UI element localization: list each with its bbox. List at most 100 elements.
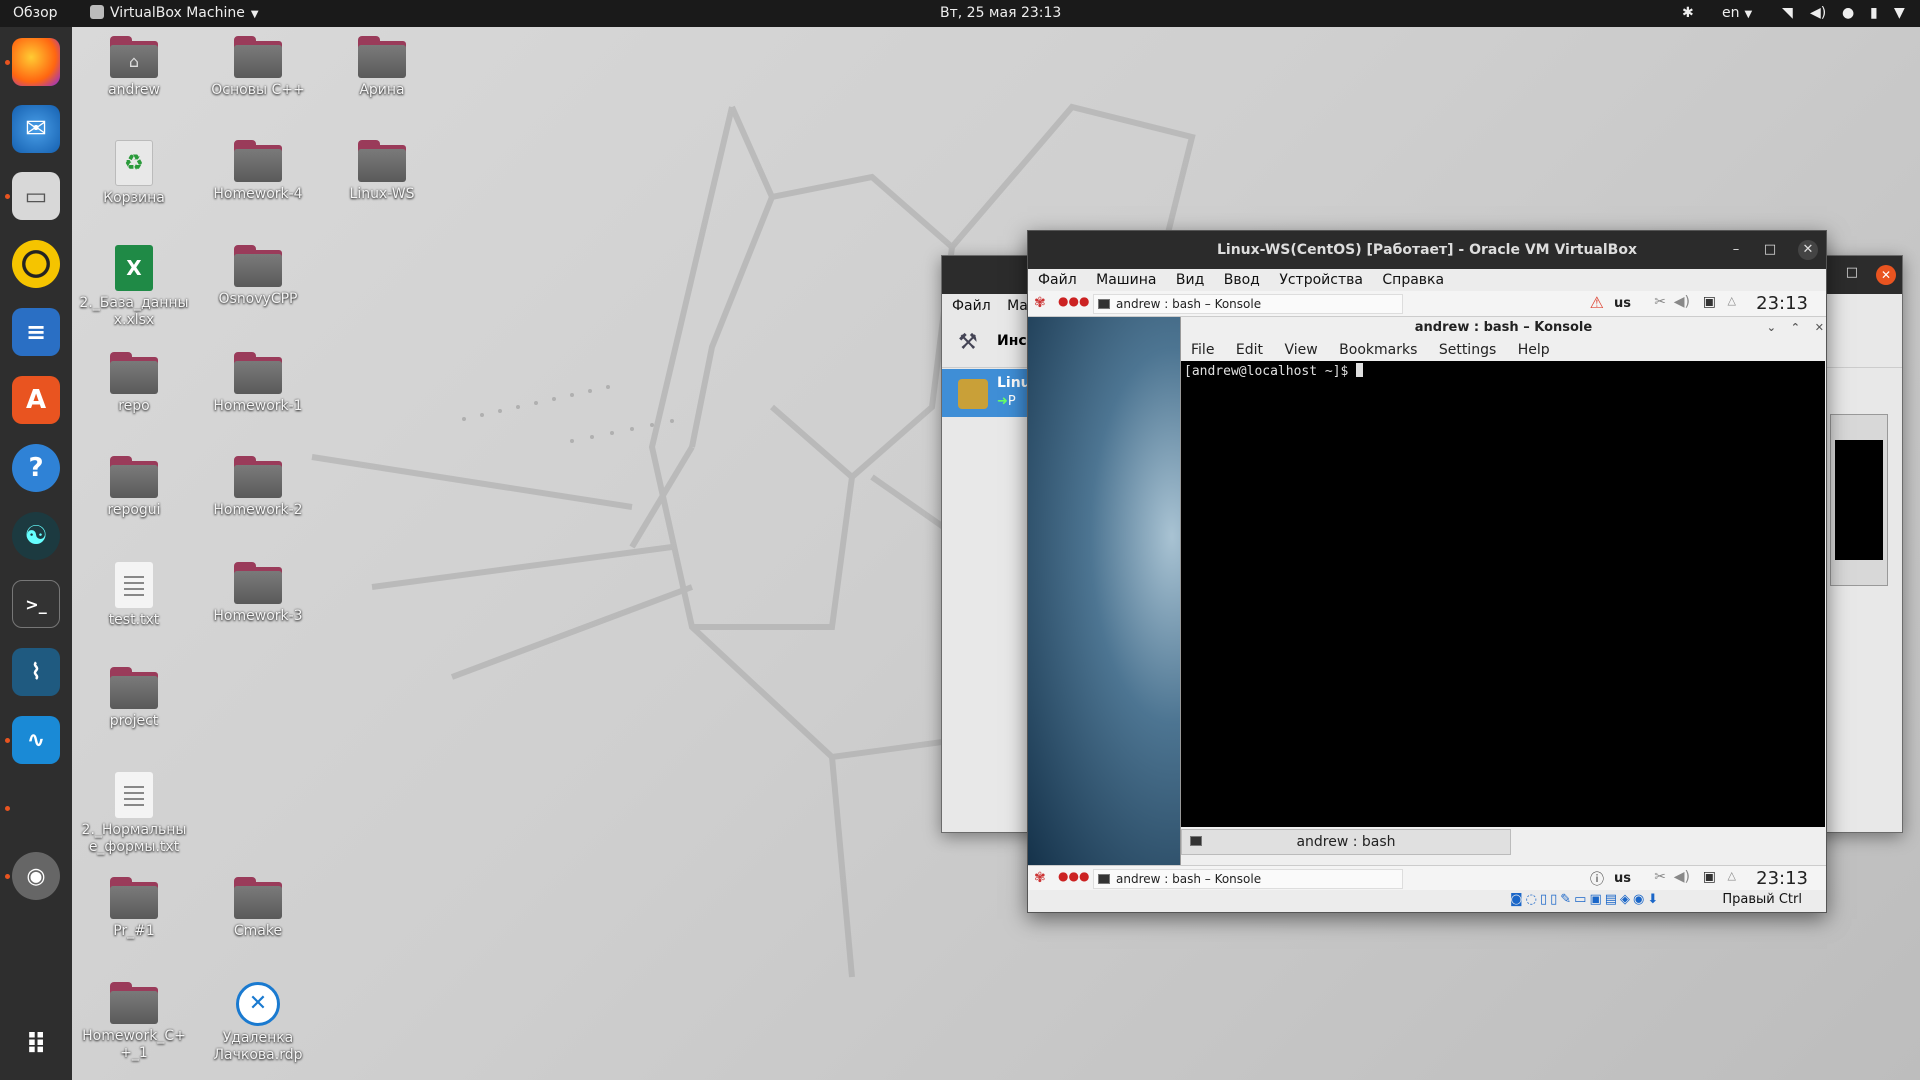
desktop-icon-arina[interactable]: Арина (327, 36, 437, 99)
desktop-icon-trash[interactable]: ♻ Корзина (79, 140, 189, 207)
menu-bookmarks[interactable]: Bookmarks (1339, 342, 1417, 358)
desktop-icon-linux-ws[interactable]: Linux-WS (327, 140, 437, 203)
bluetooth-icon[interactable]: ✱ (1682, 0, 1694, 27)
menu-machine[interactable]: Ма (1007, 298, 1028, 314)
menu-help[interactable]: Справка (1382, 272, 1444, 288)
guest-clock[interactable]: 23:13 (1756, 291, 1808, 317)
menu-help[interactable]: Help (1518, 342, 1550, 358)
konsole-tab[interactable]: andrew : bash (1181, 829, 1511, 855)
desktop-icon-osnovy-cpp[interactable]: Основы С++ (203, 36, 313, 99)
maximize-icon[interactable]: □ (1760, 240, 1780, 260)
desktop-icon-osnovycpp[interactable]: OsnovyCPP (203, 245, 313, 308)
desktop-icon-homework-2[interactable]: Homework-2 (203, 456, 313, 519)
menu-input[interactable]: Ввод (1224, 272, 1260, 288)
kde-launcher-icon[interactable]: ✾ (1034, 870, 1046, 886)
desktop-icon-homework-4[interactable]: Homework-4 (203, 140, 313, 203)
close-icon[interactable]: ✕ (1798, 240, 1818, 260)
alert-icon[interactable]: ⚠ (1590, 293, 1604, 312)
info-icon[interactable]: ⓘ (1590, 869, 1604, 889)
tray-expand-icon[interactable]: △ (1728, 294, 1736, 307)
close-icon[interactable]: ✕ (1815, 317, 1824, 339)
taskbar-item[interactable]: andrew : bash – Konsole (1093, 869, 1403, 889)
files-icon[interactable]: ▭ (12, 172, 60, 220)
desktop-icon-pr1[interactable]: Pr_#1 (79, 877, 189, 940)
remote-desktop-icon: ✕ (236, 982, 280, 1026)
volume-icon[interactable]: ◀) (1674, 294, 1690, 310)
rhythmbox-icon[interactable] (12, 240, 60, 288)
desktop-icon-repo[interactable]: repo (79, 352, 189, 415)
konsole-title: andrew : bash – Konsole (1414, 320, 1593, 335)
menu-edit[interactable]: Edit (1236, 342, 1263, 358)
clipboard-icon[interactable]: ▣ (1703, 869, 1716, 885)
menu-machine[interactable]: Машина (1096, 272, 1156, 288)
network-icon[interactable]: ✂ (1654, 869, 1666, 885)
help-icon[interactable]: ? (12, 444, 60, 492)
desktop-icon-homework-3[interactable]: Homework-3 (203, 562, 313, 625)
volume-icon[interactable]: ◀) (1674, 869, 1690, 885)
desktop-icon-test-txt[interactable]: test.txt (79, 562, 189, 629)
microphone-icon[interactable]: ● (1842, 0, 1854, 27)
clock[interactable]: Вт, 25 мая 23:13 (940, 0, 1061, 27)
wifi-icon[interactable]: ◥ (1782, 0, 1793, 27)
desktop-icon-homework-cpp-1[interactable]: Homework_C++_1 (79, 982, 189, 1062)
vm-window-title: Linux-WS(CentOS) [Работает] - Oracle VM … (1217, 242, 1637, 258)
terminal-icon[interactable]: >_ (12, 580, 60, 628)
app-grid-icon[interactable]: ⠿ (12, 1020, 60, 1068)
network-icon[interactable]: ✂ (1654, 294, 1666, 310)
firefox-icon[interactable] (12, 38, 60, 86)
desktop-icon-normal-forms-txt[interactable]: 2._Нормальные_формы.txt (79, 772, 189, 856)
battery-icon[interactable]: ▮ (1870, 0, 1878, 27)
pager-icon[interactable]: ●●● (1058, 294, 1089, 308)
keyboard-layout[interactable]: us (1614, 866, 1631, 892)
minimize-icon[interactable]: ⌄ (1767, 317, 1776, 339)
menu-settings[interactable]: Settings (1439, 342, 1496, 358)
maximize-icon[interactable]: □ (1846, 265, 1858, 280)
chevron-down-icon[interactable]: ▼ (1894, 0, 1905, 27)
thunderbird-icon[interactable]: ✉ (12, 105, 60, 153)
minimize-icon[interactable]: – (1726, 240, 1746, 260)
clipboard-icon[interactable]: ▣ (1703, 294, 1716, 310)
software-center-icon[interactable]: A (12, 376, 60, 424)
keyboard-layout[interactable]: us (1614, 291, 1631, 317)
taskbar-item[interactable]: andrew : bash – Konsole (1093, 294, 1403, 314)
konsole-window[interactable]: andrew : bash – Konsole ⌄ ⌃ ✕ File Edit … (1180, 317, 1826, 865)
folder-icon (358, 36, 406, 78)
libreoffice-writer-icon[interactable]: ≡ (12, 308, 60, 356)
desktop-icon-cmake[interactable]: Cmake (203, 877, 313, 940)
menu-file[interactable]: File (1191, 342, 1214, 358)
desktop-icon-homework-1[interactable]: Homework-1 (203, 352, 313, 415)
menu-view[interactable]: Вид (1176, 272, 1204, 288)
tray-expand-icon[interactable]: △ (1728, 869, 1736, 882)
desktop-icon-project[interactable]: project (79, 667, 189, 730)
terminal-cursor (1356, 363, 1364, 377)
menu-view[interactable]: View (1284, 342, 1317, 358)
desktop-icon-rdp[interactable]: ✕ Удаленка Лачкова.rdp (203, 982, 313, 1064)
terminal-area[interactable]: [andrew@localhost ~]$ (1181, 361, 1825, 827)
desktop-icon-andrew[interactable]: ⌂ andrew (79, 36, 189, 99)
top-bar: Обзор VirtualBox Machine ▼ Вт, 25 мая 23:… (0, 0, 1920, 27)
gitkraken-icon[interactable]: ☯ (12, 512, 60, 560)
pager-icon[interactable]: ●●● (1058, 869, 1089, 883)
virtualbox-dock-icon[interactable] (12, 784, 60, 832)
manager-vm-item[interactable]: Linu ➜Р (942, 369, 1031, 417)
guest-clock[interactable]: 23:13 (1756, 866, 1808, 892)
language-selector[interactable]: en ▼ (1722, 0, 1752, 27)
disk-icon[interactable]: ◉ (12, 852, 60, 900)
menu-devices[interactable]: Устройства (1279, 272, 1363, 288)
folder-icon (234, 456, 282, 498)
kde-launcher-icon[interactable]: ✾ (1034, 295, 1046, 311)
guest-screen[interactable]: ✾ ●●● andrew : bash – Konsole ⚠ us ✂ ◀) … (1028, 291, 1826, 912)
maximize-icon[interactable]: ⌃ (1791, 317, 1800, 339)
vm-window[interactable]: Linux-WS(CentOS) [Работает] - Oracle VM … (1027, 230, 1827, 913)
desktop-icon-repogui[interactable]: repogui (79, 456, 189, 519)
menu-file[interactable]: Файл (1038, 272, 1077, 288)
device-status-icons[interactable]: ◙◌▯▯✎▭▣▤◈◉⬇ (1510, 892, 1661, 907)
close-icon[interactable]: ✕ (1876, 265, 1896, 285)
volume-icon[interactable]: ◀) (1810, 0, 1826, 27)
app-menu[interactable]: VirtualBox Machine ▼ (90, 0, 259, 27)
activities-button[interactable]: Обзор (13, 0, 58, 27)
mysql-workbench-icon[interactable]: ⌇ (12, 648, 60, 696)
menu-file[interactable]: Файл (952, 298, 991, 314)
desktop-icon-database-xlsx[interactable]: X 2._База_данных.xlsx (79, 245, 189, 329)
system-monitor-icon[interactable]: ∿ (12, 716, 60, 764)
